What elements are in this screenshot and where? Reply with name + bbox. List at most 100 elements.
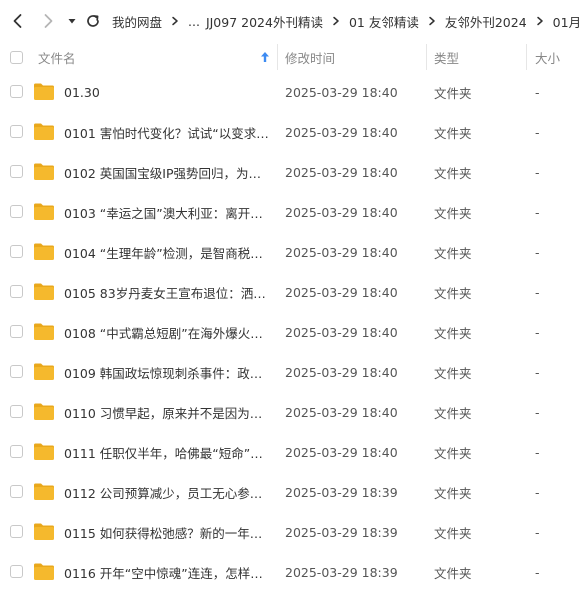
folder-icon xyxy=(34,243,54,260)
history-dropdown-button[interactable] xyxy=(65,9,79,33)
breadcrumb-item-course[interactable]: JJ097 2024外刊精读 xyxy=(206,12,323,31)
breadcrumb-item-year[interactable]: 友邻外刊2024 xyxy=(445,12,527,31)
modified-time: 2025-03-29 18:40 xyxy=(285,124,398,140)
list-item[interactable]: 0110 习惯早起，原来并不是因为自… 2025-03-29 18:40 文件夹… xyxy=(0,392,585,432)
refresh-button[interactable] xyxy=(83,9,103,33)
file-type: 文件夹 xyxy=(434,325,472,341)
list-item[interactable]: 0111 任职仅半年，哈佛最“短命”… 2025-03-29 18:40 文件夹… xyxy=(0,432,585,472)
back-button[interactable] xyxy=(8,9,28,33)
row-checkbox[interactable] xyxy=(10,445,23,458)
navigation-toolbar: 我的网盘 ... JJ097 2024外刊精读 01 友邻精读 友邻外刊2024… xyxy=(0,0,585,42)
row-checkbox[interactable] xyxy=(10,565,23,578)
file-name[interactable]: 0101 害怕时代变化？试试“以变求… xyxy=(64,112,272,152)
row-checkbox[interactable] xyxy=(10,525,23,538)
file-size: - xyxy=(535,364,540,380)
folder-icon xyxy=(34,523,54,540)
column-header-modified[interactable]: 修改时间 xyxy=(278,42,427,72)
list-item[interactable]: 0101 害怕时代变化？试试“以变求… 2025-03-29 18:40 文件夹… xyxy=(0,112,585,152)
file-size: - xyxy=(535,444,540,460)
row-checkbox[interactable] xyxy=(10,85,23,98)
row-checkbox[interactable] xyxy=(10,285,23,298)
row-checkbox[interactable] xyxy=(10,485,23,498)
list-item[interactable]: 0103 “幸运之国”澳大利亚：离开… 2025-03-29 18:40 文件夹… xyxy=(0,192,585,232)
row-checkbox[interactable] xyxy=(10,125,23,138)
file-name[interactable]: 0103 “幸运之国”澳大利亚：离开… xyxy=(64,192,272,232)
file-type: 文件夹 xyxy=(434,445,472,461)
row-checkbox[interactable] xyxy=(10,245,23,258)
modified-time: 2025-03-29 18:40 xyxy=(285,164,398,180)
breadcrumb-item-reading[interactable]: 01 友邻精读 xyxy=(349,12,419,31)
file-size: - xyxy=(535,484,540,500)
file-name[interactable]: 0115 如何获得松弛感？新的一年要… xyxy=(64,512,272,552)
modified-time: 2025-03-29 18:40 xyxy=(285,204,398,220)
breadcrumb-item-current[interactable]: 01月 xyxy=(553,12,581,31)
chevron-right-icon xyxy=(333,16,339,26)
modified-time: 2025-03-29 18:40 xyxy=(285,284,398,300)
modified-time: 2025-03-29 18:40 xyxy=(285,84,398,100)
file-type: 文件夹 xyxy=(434,525,472,541)
row-checkbox[interactable] xyxy=(10,325,23,338)
column-header-name[interactable]: 文件名 xyxy=(38,42,278,72)
list-item[interactable]: 0104 “生理年龄”检测，是智商税… 2025-03-29 18:40 文件夹… xyxy=(0,232,585,272)
file-name[interactable]: 0111 任职仅半年，哈佛最“短命”… xyxy=(64,432,272,472)
file-name[interactable]: 0110 习惯早起，原来并不是因为自… xyxy=(64,392,272,432)
breadcrumb-separator xyxy=(536,16,544,26)
file-name-text: 0116 开年“空中惊魂”连连，怎样… xyxy=(64,565,263,581)
chevron-right-icon xyxy=(536,16,543,26)
file-size: - xyxy=(535,204,540,220)
row-checkbox[interactable] xyxy=(10,365,23,378)
folder-icon xyxy=(34,203,54,220)
column-header-type[interactable]: 类型 xyxy=(427,42,527,72)
folder-icon xyxy=(34,483,54,500)
column-header-type-label: 类型 xyxy=(434,50,460,66)
row-checkbox[interactable] xyxy=(10,205,23,218)
modified-time: 2025-03-29 18:39 xyxy=(285,564,398,580)
file-name[interactable]: 01.30 xyxy=(64,72,272,112)
file-name[interactable]: 0105 83岁丹麦女王宣布退位：洒脱… xyxy=(64,272,272,312)
list-item[interactable]: 0115 如何获得松弛感？新的一年要… 2025-03-29 18:39 文件夹… xyxy=(0,512,585,552)
file-size: - xyxy=(535,524,540,540)
modified-time: 2025-03-29 18:39 xyxy=(285,484,398,500)
file-name-text: 0111 任职仅半年，哈佛最“短命”… xyxy=(64,445,263,461)
file-name[interactable]: 0108 “中式霸总短剧”在海外爆火… xyxy=(64,312,272,352)
file-name-text: 0112 公司预算减少，员工无心参加… xyxy=(64,485,272,501)
file-name[interactable]: 0116 开年“空中惊魂”连连，怎样… xyxy=(64,552,272,592)
folder-icon xyxy=(34,403,54,420)
column-header-size[interactable]: 大小 xyxy=(527,42,585,72)
list-item[interactable]: 0105 83岁丹麦女王宣布退位：洒脱… 2025-03-29 18:40 文件… xyxy=(0,272,585,312)
row-checkbox[interactable] xyxy=(10,165,23,178)
modified-time: 2025-03-29 18:39 xyxy=(285,524,398,540)
folder-icon xyxy=(34,363,54,380)
file-name[interactable]: 0102 英国国宝级IP强势回归，为什… xyxy=(64,152,272,192)
file-type: 文件夹 xyxy=(434,485,472,501)
list-item[interactable]: 0102 英国国宝级IP强势回归，为什… 2025-03-29 18:40 文件… xyxy=(0,152,585,192)
breadcrumb: 我的网盘 ... JJ097 2024外刊精读 01 友邻精读 友邻外刊2024… xyxy=(112,0,585,42)
folder-icon xyxy=(34,163,54,180)
folder-icon xyxy=(34,563,54,580)
chevron-right-icon xyxy=(172,16,178,26)
forward-button[interactable] xyxy=(38,9,58,33)
file-name-text: 0103 “幸运之国”澳大利亚：离开… xyxy=(64,205,263,221)
file-name-text: 0104 “生理年龄”检测，是智商税… xyxy=(64,245,263,261)
list-item[interactable]: 0108 “中式霸总短剧”在海外爆火… 2025-03-29 18:40 文件夹… xyxy=(0,312,585,352)
file-name[interactable]: 0112 公司预算减少，员工无心参加… xyxy=(64,472,272,512)
file-name[interactable]: 0109 韩国政坛惊现刺杀事件：政治… xyxy=(64,352,272,392)
breadcrumb-item-root[interactable]: 我的网盘 xyxy=(112,12,162,31)
file-size: - xyxy=(535,244,540,260)
file-name-text: 0108 “中式霸总短剧”在海外爆火… xyxy=(64,325,263,341)
file-type: 文件夹 xyxy=(434,565,472,581)
row-checkbox[interactable] xyxy=(10,405,23,418)
file-name[interactable]: 0104 “生理年龄”检测，是智商税… xyxy=(64,232,272,272)
file-type: 文件夹 xyxy=(434,245,472,261)
breadcrumb-item-collapsed[interactable]: ... xyxy=(188,14,200,29)
select-all-checkbox[interactable] xyxy=(10,50,23,64)
file-size: - xyxy=(535,164,540,180)
file-type: 文件夹 xyxy=(434,125,472,141)
file-type: 文件夹 xyxy=(434,405,472,421)
file-name-text: 0115 如何获得松弛感？新的一年要… xyxy=(64,525,272,541)
list-item[interactable]: 01.30 2025-03-29 18:40 文件夹 - xyxy=(0,72,585,112)
list-item[interactable]: 0112 公司预算减少，员工无心参加… 2025-03-29 18:39 文件夹… xyxy=(0,472,585,512)
folder-icon xyxy=(34,323,54,340)
list-item[interactable]: 0109 韩国政坛惊现刺杀事件：政治… 2025-03-29 18:40 文件夹… xyxy=(0,352,585,392)
list-item[interactable]: 0116 开年“空中惊魂”连连，怎样… 2025-03-29 18:39 文件夹… xyxy=(0,552,585,592)
